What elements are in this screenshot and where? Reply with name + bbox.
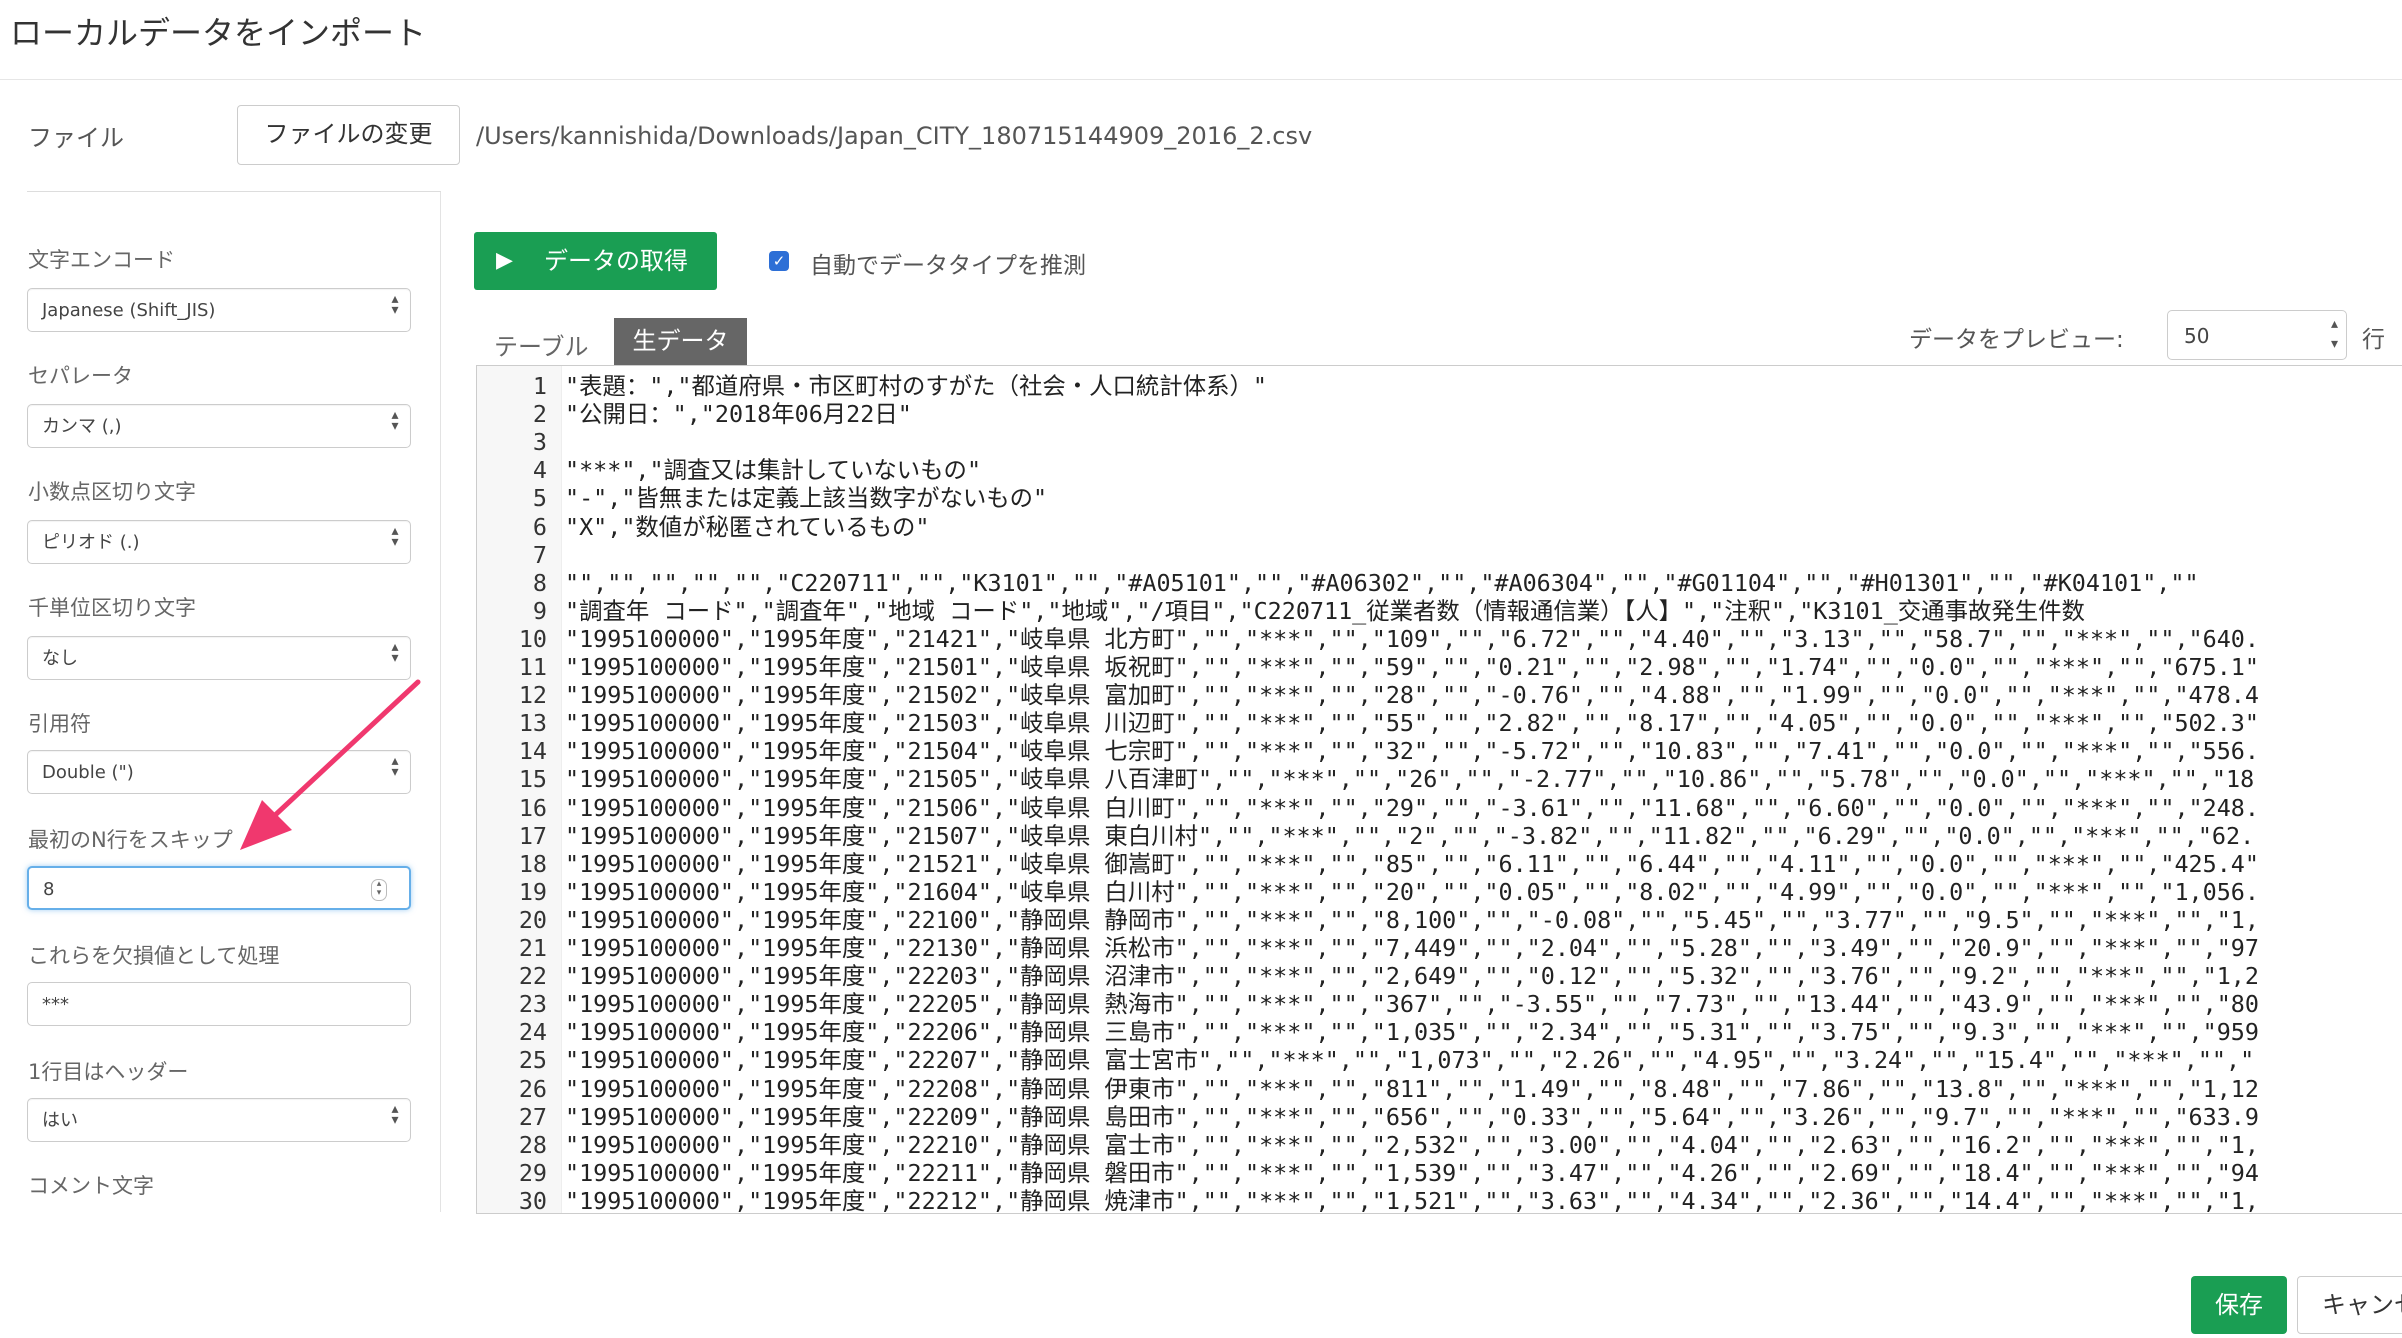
line-text: "1995100000","1995年度","21504","岐阜県 七宗町",… <box>565 737 2259 766</box>
line-number: 18 <box>518 849 547 878</box>
line-text: "調査年 コード","調査年","地域 コード","地域","/項目","C22… <box>565 596 2085 625</box>
line-number: 8 <box>532 568 547 597</box>
line-number: 16 <box>518 793 547 822</box>
select-caret-icon: ▴ ▾ <box>2330 316 2338 352</box>
na-values-value: *** <box>42 994 69 1015</box>
line-number: 28 <box>518 1130 547 1159</box>
select-caret-icon: ▴ ▾ <box>391 1101 399 1128</box>
preview-rows-select[interactable]: 50 ▴ ▾ <box>2167 310 2347 360</box>
header-select[interactable]: はい ▴ ▾ <box>27 1098 411 1142</box>
header-label: 1行目はヘッダー <box>28 1060 189 1084</box>
auto-detect-checkbox[interactable]: ✓ <box>769 251 789 271</box>
line-number: 9 <box>532 596 547 625</box>
line-text: "X","数値が秘匿されているもの" <box>565 512 930 541</box>
line-number: 12 <box>518 681 547 710</box>
line-text: "1995100000","1995年度","21604","岐阜県 白川村",… <box>565 877 2259 906</box>
comment-label: コメント文字 <box>28 1174 154 1198</box>
line-number: 30 <box>518 1186 547 1214</box>
get-data-button[interactable]: ▶ データの取得 <box>474 232 717 290</box>
line-text: "1995100000","1995年度","22208","静岡県 伊東市",… <box>565 1074 2259 1103</box>
line-number: 3 <box>532 428 547 457</box>
preview-unit: 行 <box>2362 327 2385 353</box>
line-text: "1995100000","1995年度","22207","静岡県 富士宮市"… <box>565 1046 2255 1075</box>
cancel-button[interactable]: キャンセル <box>2297 1276 2402 1334</box>
line-text: "1995100000","1995年度","22210","静岡県 富士市",… <box>565 1130 2259 1159</box>
line-number: 2 <box>532 400 547 429</box>
line-text: "1995100000","1995年度","21501","岐阜県 坂祝町",… <box>565 653 2259 681</box>
line-number: 26 <box>518 1074 547 1103</box>
preview-rows-value: 50 <box>2184 324 2210 348</box>
panel-divider <box>440 192 441 1212</box>
tab-table[interactable]: テーブル <box>494 327 589 362</box>
line-text: "1995100000","1995年度","21521","岐阜県 御嵩町",… <box>565 849 2259 878</box>
line-text: "-","皆無または定義上該当数字がないもの" <box>565 484 1048 513</box>
line-number: 6 <box>532 512 547 541</box>
file-path: /Users/kannishida/Downloads/Japan_CITY_1… <box>476 122 1313 150</box>
line-text: "***","調査又は集計していないもの" <box>565 456 982 485</box>
line-text: "1995100000","1995年度","21505","岐阜県 八百津町"… <box>565 765 2255 794</box>
line-text: "1995100000","1995年度","21421","岐阜県 北方町",… <box>565 624 2259 653</box>
line-number: 24 <box>518 1018 547 1047</box>
raw-data-viewer[interactable]: 1 "表題：","都道府県・市区町村のすがた（社会・人口統計体系）" 2 "公開日："… <box>476 365 2402 1214</box>
line-text: "1995100000","1995年度","22100","静岡県 静岡市",… <box>565 905 2259 934</box>
header-value: はい <box>42 1110 78 1131</box>
line-text: "1995100000","1995年度","21507","岐阜県 東白川村"… <box>565 821 2255 850</box>
line-number: 20 <box>518 905 547 934</box>
line-number: 11 <box>518 653 547 681</box>
line-number: 7 <box>532 540 547 569</box>
line-number: 5 <box>532 484 547 513</box>
line-text: "1995100000","1995年度","22209","静岡県 島田市",… <box>565 1102 2259 1131</box>
line-text: "1995100000","1995年度","22203","静岡県 沼津市",… <box>565 962 2259 991</box>
na-values-label: これらを欠損値として処理 <box>28 944 280 968</box>
line-number: 27 <box>518 1102 547 1131</box>
line-text: "1995100000","1995年度","22212","静岡県 焼津市",… <box>565 1186 2259 1214</box>
preview-label: データをプレビュー: <box>1909 327 2124 353</box>
line-number: 17 <box>518 821 547 850</box>
line-text: "","","","","","C220711","","K3101","","… <box>565 568 2199 597</box>
line-number: 21 <box>518 934 547 962</box>
line-number: 25 <box>518 1046 547 1075</box>
line-number: 22 <box>518 962 547 991</box>
tab-raw-data[interactable]: 生データ <box>614 318 747 366</box>
save-button[interactable]: 保存 <box>2191 1276 2287 1334</box>
line-text: "1995100000","1995年度","22205","静岡県 熱海市",… <box>565 990 2259 1019</box>
line-text: "表題：","都道府県・市区町村のすがた（社会・人口統計体系）" <box>565 372 1267 400</box>
line-text: "1995100000","1995年度","21503","岐阜県 川辺町",… <box>565 709 2259 738</box>
line-number: 19 <box>518 877 547 906</box>
na-values-input[interactable]: *** <box>27 982 411 1026</box>
line-number: 4 <box>532 456 547 485</box>
line-text: "1995100000","1995年度","22211","静岡県 磐田市",… <box>565 1158 2259 1187</box>
line-text: "1995100000","1995年度","21502","岐阜県 富加町",… <box>565 681 2259 710</box>
line-number: 15 <box>518 765 547 794</box>
line-number: 1 <box>532 372 547 400</box>
line-number: 10 <box>518 624 547 653</box>
line-number: 13 <box>518 709 547 738</box>
line-text: "1995100000","1995年度","21506","岐阜県 白川町",… <box>565 793 2259 822</box>
auto-detect-label: 自動でデータタイプを推測 <box>810 253 1086 279</box>
get-data-label: データの取得 <box>544 247 688 275</box>
annotation-arrow-icon <box>240 679 421 850</box>
line-text: "公開日：","2018年06月22日" <box>565 400 912 429</box>
line-text: "1995100000","1995年度","22206","静岡県 三島市",… <box>565 1018 2259 1047</box>
line-number: 29 <box>518 1158 547 1187</box>
line-number: 14 <box>518 737 547 766</box>
line-text: "1995100000","1995年度","22130","静岡県 浜松市",… <box>565 934 2259 962</box>
play-icon: ▶ <box>496 248 513 273</box>
line-number: 23 <box>518 990 547 1019</box>
